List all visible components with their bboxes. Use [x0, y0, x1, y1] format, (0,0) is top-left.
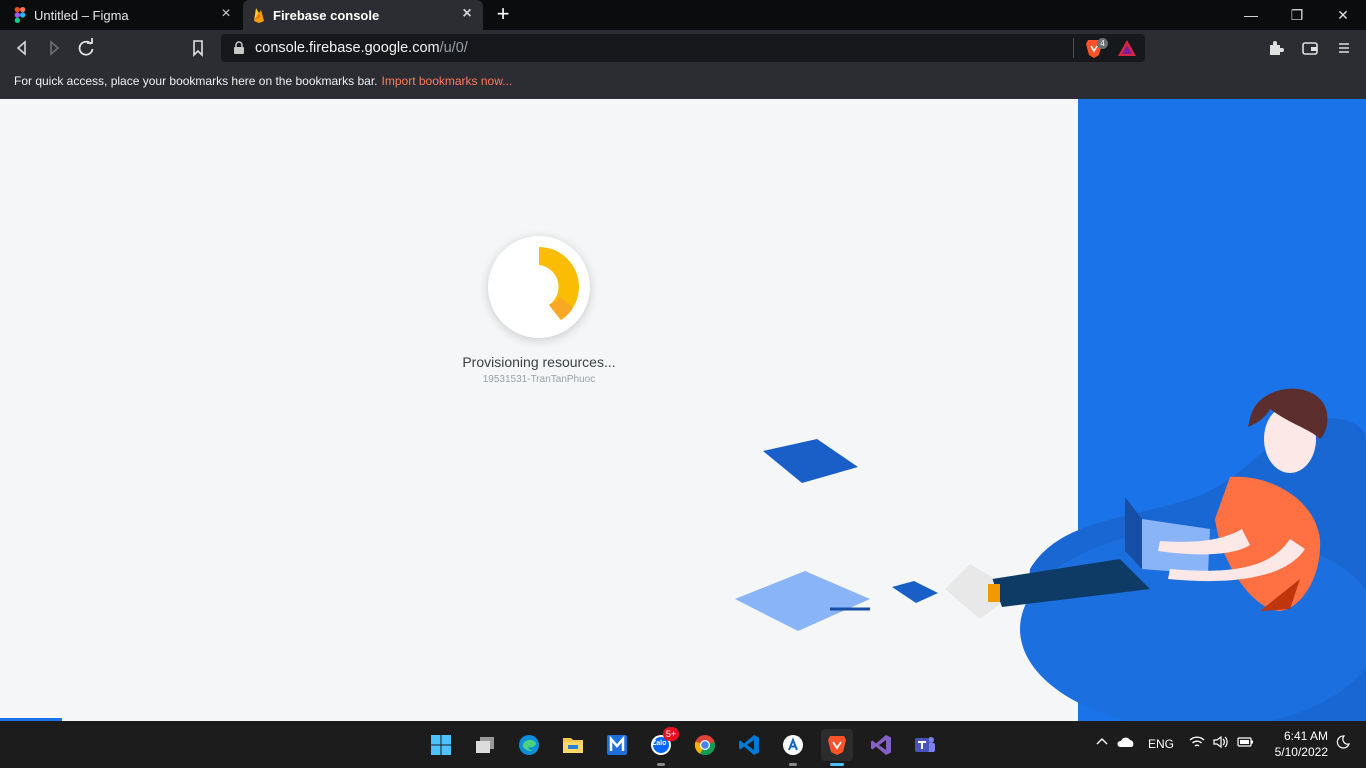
bookmarks-bar: For quick access, place your bookmarks h…: [0, 66, 1366, 99]
tab-firebase[interactable]: Firebase console ×: [243, 0, 483, 30]
tab-strip: Untitled – Figma × Firebase console × + …: [0, 0, 1366, 30]
a-app-button[interactable]: [777, 729, 809, 766]
focus-assist-icon[interactable]: [1334, 735, 1352, 753]
clock[interactable]: 6:41 AM 5/10/2022: [1262, 728, 1328, 760]
bookmarks-bar-message: For quick access, place your bookmarks h…: [14, 74, 512, 88]
zalo-label: Zalo: [652, 740, 667, 747]
volume-icon[interactable]: [1212, 735, 1230, 753]
m-app-button[interactable]: [601, 729, 633, 761]
reload-icon: [78, 38, 94, 56]
firebase-page: Provisioning resources... 19531531-TranT…: [0, 99, 1366, 721]
tab-figma[interactable]: Untitled – Figma ×: [0, 0, 242, 30]
battery-icon[interactable]: [1236, 735, 1254, 753]
person-with-laptop-illustration: [735, 388, 1366, 721]
windows-taskbar: Zalo 5+ ENG 6:41 AM 5/10/2022: [0, 721, 1366, 768]
shields-count-badge: 4: [1097, 38, 1108, 49]
close-tab-icon[interactable]: ×: [218, 6, 234, 22]
brave-rewards-button[interactable]: [1117, 39, 1137, 57]
project-id: 19531531-TranTanPhuoc: [482, 374, 596, 385]
active-indicator: [830, 763, 844, 766]
vscode-button[interactable]: [733, 729, 765, 761]
tab-title: Untitled – Figma: [34, 7, 129, 23]
folder-icon: [563, 738, 583, 753]
bookmarks-hint: For quick access, place your bookmarks h…: [14, 74, 378, 88]
wallet-button[interactable]: [1298, 36, 1322, 60]
edge-button[interactable]: [513, 729, 545, 761]
clock-date: 5/10/2022: [1274, 745, 1328, 759]
minimize-button[interactable]: —: [1236, 4, 1266, 26]
browser-toolbar: console.firebase.google.com/u/0/ 4: [0, 30, 1366, 66]
wallet-icon: [1302, 42, 1318, 55]
file-explorer-button[interactable]: [557, 729, 589, 761]
a-app-icon: [783, 735, 803, 755]
import-bookmarks-link[interactable]: Import bookmarks now...: [382, 74, 513, 88]
divider: [1073, 38, 1074, 58]
onedrive-icon[interactable]: [1117, 735, 1135, 753]
close-window-button[interactable]: ✕: [1328, 4, 1358, 26]
teams-button[interactable]: [909, 729, 941, 761]
chrome-button[interactable]: [689, 729, 721, 761]
hamburger-icon: [1339, 43, 1349, 53]
menu-button[interactable]: [1332, 36, 1356, 60]
visual-studio-button[interactable]: [865, 729, 897, 761]
brave-rewards-icon: [1118, 40, 1136, 56]
firebase-icon: [253, 7, 265, 23]
chevron-up-icon[interactable]: [1093, 735, 1111, 753]
zalo-button[interactable]: Zalo 5+: [645, 727, 679, 766]
clock-time: 6:41 AM: [1283, 729, 1328, 743]
tab-title: Firebase console: [273, 7, 380, 23]
status-text: Provisioning resources...: [462, 354, 616, 370]
bookmark-button[interactable]: [186, 36, 210, 60]
vscode-icon: [739, 735, 759, 755]
back-icon: [16, 40, 26, 56]
forward-icon: [50, 40, 60, 56]
visual-studio-icon: [871, 735, 891, 755]
language-indicator[interactable]: ENG: [1148, 737, 1174, 751]
start-button[interactable]: [425, 729, 457, 761]
notification-badge: 5+: [663, 727, 679, 741]
reload-button[interactable]: [74, 36, 98, 60]
wifi-icon[interactable]: [1188, 735, 1206, 753]
edge-icon: [519, 735, 539, 755]
brave-button[interactable]: [821, 729, 853, 766]
new-tab-button[interactable]: +: [490, 3, 516, 27]
address-bar[interactable]: console.firebase.google.com/u/0/ 4: [221, 34, 1145, 62]
url-text: console.firebase.google.com/u/0/: [255, 40, 468, 56]
teams-icon: [915, 737, 935, 752]
loading-spinner: [488, 236, 590, 338]
chrome-icon: [694, 735, 716, 756]
close-tab-icon[interactable]: ×: [459, 6, 475, 22]
figma-icon: [14, 7, 26, 23]
bookmark-icon: [193, 40, 203, 57]
running-indicator: [657, 763, 665, 766]
m-app-icon: [607, 735, 627, 755]
brave-shields-button[interactable]: 4: [1085, 38, 1108, 58]
extensions-button[interactable]: [1264, 36, 1288, 60]
brave-icon: [828, 736, 846, 755]
forward-button[interactable]: [42, 36, 66, 60]
back-button[interactable]: [10, 36, 34, 60]
puzzle-icon: [1270, 41, 1284, 55]
windows-icon: [431, 735, 451, 755]
restore-button[interactable]: ❐: [1282, 4, 1312, 26]
url-host: console.firebase.google.com: [255, 40, 440, 56]
running-indicator: [789, 763, 797, 766]
task-view-icon: [476, 737, 494, 753]
task-view-button[interactable]: [469, 729, 501, 761]
lock-icon: [234, 41, 244, 54]
url-path: /u/0/: [439, 40, 468, 56]
